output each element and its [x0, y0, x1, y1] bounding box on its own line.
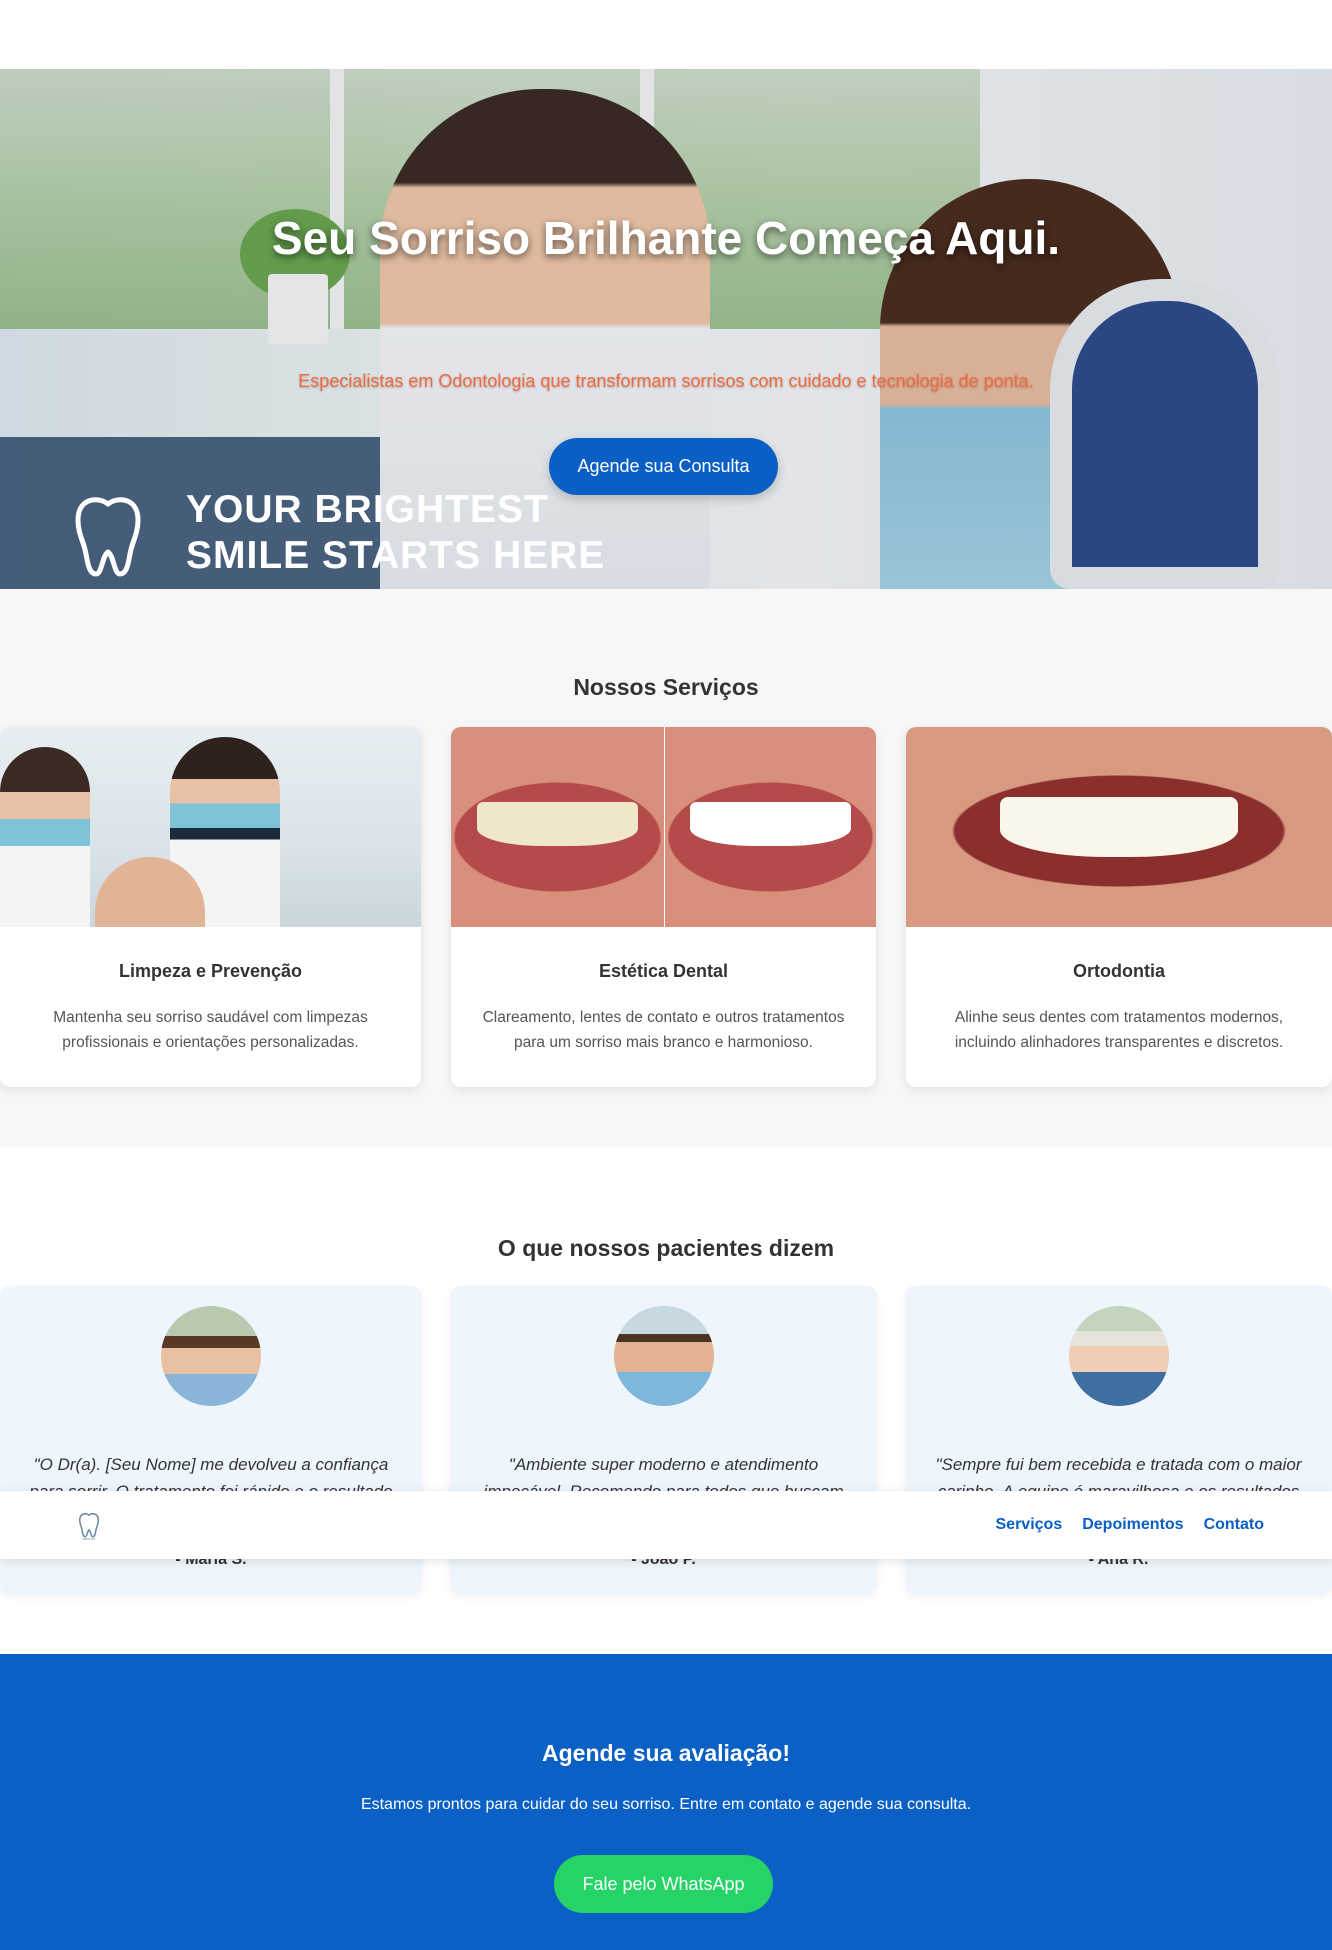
service-title: Ortodontia	[1073, 961, 1165, 981]
cta-text: Estamos prontos para cuidar do seu sorri…	[360, 1796, 972, 1813]
avatar	[613, 1306, 714, 1406]
navbar: DENTIST Serviços Depoimentos Contato	[0, 1491, 1332, 1559]
service-description: Mantenha seu sorriso saudável com limpez…	[53, 1009, 368, 1051]
service-image-whitening	[451, 727, 876, 927]
testimonials-title: O que nossos pacientes dizem	[497, 1235, 835, 1261]
service-card: Estética Dental Clareamento, lentes de c…	[451, 727, 876, 1087]
cta-section: Agende sua avaliação! Estamos prontos pa…	[0, 1654, 1332, 1950]
tooth-icon[interactable]	[76, 1512, 102, 1538]
schedule-consultation-button[interactable]: Agende sua Consulta	[549, 438, 778, 495]
whatsapp-button[interactable]: Fale pelo WhatsApp	[554, 1855, 773, 1913]
service-title: Limpeza e Prevenção	[118, 961, 303, 981]
testimonials-section: O que nossos pacientes dizem "O Dr(a). […	[0, 1147, 1332, 1654]
avatar	[1068, 1306, 1169, 1406]
service-card: Ortodontia Alinhe seus dentes com tratam…	[906, 727, 1332, 1087]
hero-image-brand-text: YOUR BRIGHTEST SMILE STARTS HERE	[186, 488, 606, 577]
nav-link-contact[interactable]: Contato	[1204, 1516, 1264, 1534]
hero-title: Seu Sorriso Brilhante Começa Aqui.	[271, 212, 1061, 264]
hero-section: YOUR BRIGHTEST SMILE STARTS HERE Seu Sor…	[0, 69, 1332, 589]
avatar	[161, 1306, 261, 1406]
service-image-cleaning	[0, 727, 421, 927]
logo-caption: DENTIST	[82, 1537, 96, 1541]
cta-title: Agende sua avaliação!	[542, 1740, 790, 1766]
nav-links: Serviços Depoimentos Contato	[996, 1491, 1265, 1559]
service-card: Limpeza e Prevenção Mantenha seu sorriso…	[0, 727, 421, 1087]
services-section: Nossos Serviços Limpeza e Prevenção Mant…	[0, 589, 1332, 1147]
nav-link-services[interactable]: Serviços	[996, 1516, 1063, 1534]
service-description: Clareamento, lentes de contato e outros …	[482, 1009, 845, 1051]
hero-subtitle: Especialistas em Odontologia que transfo…	[298, 371, 1034, 391]
services-title: Nossos Serviços	[573, 674, 759, 700]
service-image-orthodontics	[906, 727, 1332, 927]
service-title: Estética Dental	[598, 961, 729, 981]
service-description: Alinhe seus dentes com tratamentos moder…	[954, 1009, 1284, 1051]
tooth-icon	[75, 497, 141, 577]
page: YOUR BRIGHTEST SMILE STARTS HERE Seu Sor…	[0, 0, 1332, 1950]
nav-link-testimonials[interactable]: Depoimentos	[1082, 1516, 1183, 1534]
